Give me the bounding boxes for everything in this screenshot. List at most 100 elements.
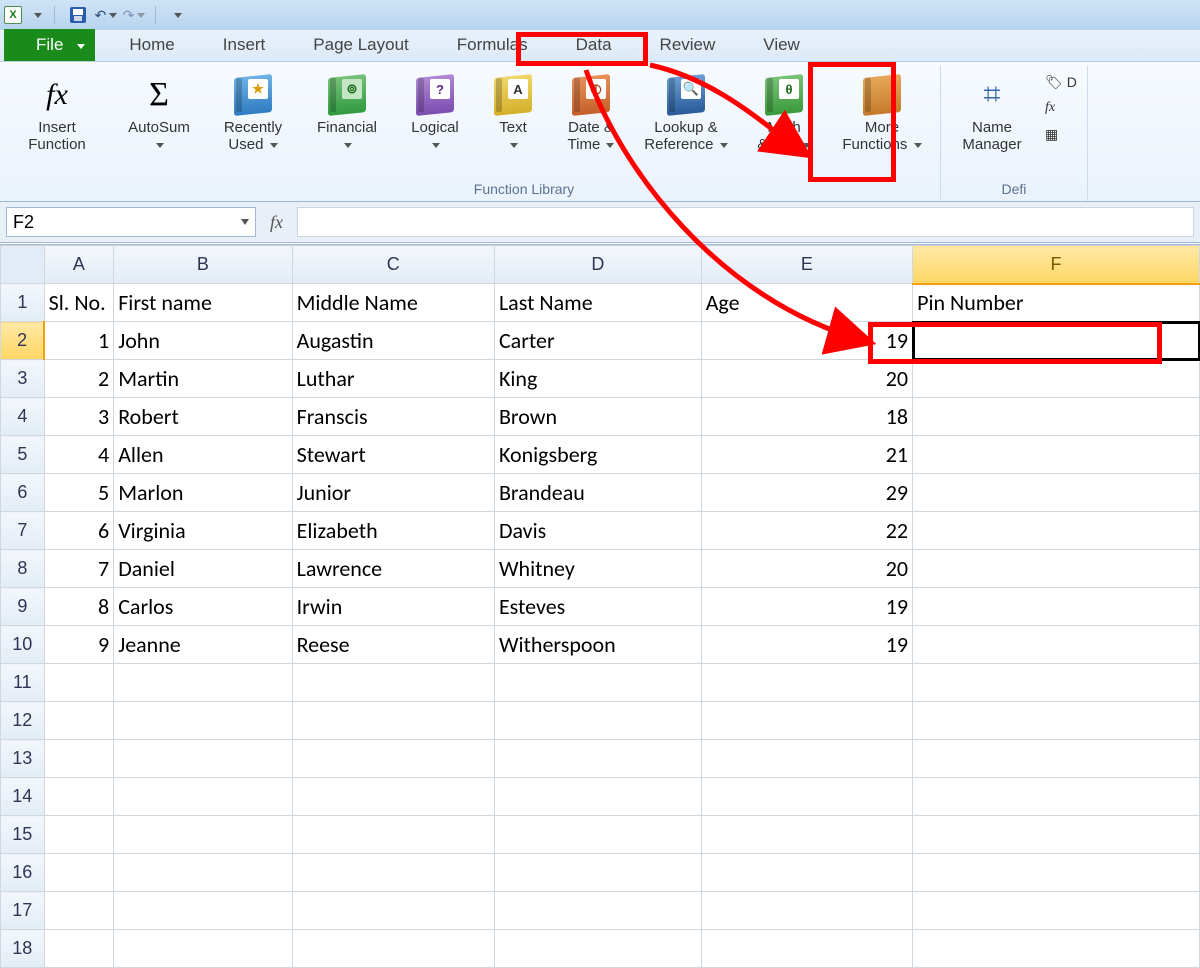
column-header-D[interactable]: D bbox=[494, 246, 701, 284]
cell-F10[interactable] bbox=[913, 626, 1200, 664]
cell-D14[interactable] bbox=[494, 778, 701, 816]
cell-B15[interactable] bbox=[114, 816, 292, 854]
row-header-8[interactable]: 8 bbox=[1, 550, 45, 588]
row-header-10[interactable]: 10 bbox=[1, 626, 45, 664]
cell-E17[interactable] bbox=[701, 892, 912, 930]
cell-F4[interactable] bbox=[913, 398, 1200, 436]
cell-D17[interactable] bbox=[494, 892, 701, 930]
cell-B13[interactable] bbox=[114, 740, 292, 778]
cell-C5[interactable]: Stewart bbox=[292, 436, 494, 474]
cell-D16[interactable] bbox=[494, 854, 701, 892]
cell-B2[interactable]: John bbox=[114, 322, 292, 360]
row-header-2[interactable]: 2 bbox=[1, 322, 45, 360]
cell-F6[interactable] bbox=[913, 474, 1200, 512]
name-box-dropdown[interactable] bbox=[241, 219, 249, 225]
cell-A8[interactable]: 7 bbox=[44, 550, 114, 588]
cell-F12[interactable] bbox=[913, 702, 1200, 740]
row-header-3[interactable]: 3 bbox=[1, 360, 45, 398]
row-header-15[interactable]: 15 bbox=[1, 816, 45, 854]
cell-C9[interactable]: Irwin bbox=[292, 588, 494, 626]
cell-A17[interactable] bbox=[44, 892, 114, 930]
customize-qat[interactable] bbox=[168, 6, 186, 24]
cell-A1[interactable]: Sl. No. bbox=[44, 284, 114, 322]
save-button[interactable] bbox=[69, 6, 87, 24]
financial-button[interactable]: ⊚ Financial bbox=[302, 68, 392, 176]
undo-button[interactable]: ↶ bbox=[97, 6, 115, 24]
select-all-corner[interactable] bbox=[1, 246, 45, 284]
cell-A14[interactable] bbox=[44, 778, 114, 816]
row-header-17[interactable]: 17 bbox=[1, 892, 45, 930]
cell-A7[interactable]: 6 bbox=[44, 512, 114, 550]
cell-F2[interactable] bbox=[913, 322, 1200, 360]
formula-input[interactable] bbox=[297, 207, 1194, 237]
cell-C10[interactable]: Reese bbox=[292, 626, 494, 664]
cell-F13[interactable] bbox=[913, 740, 1200, 778]
define-name-button[interactable]: 🏷D bbox=[1045, 70, 1077, 94]
cell-A5[interactable]: 4 bbox=[44, 436, 114, 474]
cell-F1[interactable]: Pin Number bbox=[913, 284, 1200, 322]
cell-A3[interactable]: 2 bbox=[44, 360, 114, 398]
cell-D4[interactable]: Brown bbox=[494, 398, 701, 436]
cell-B5[interactable]: Allen bbox=[114, 436, 292, 474]
cell-C16[interactable] bbox=[292, 854, 494, 892]
cell-C7[interactable]: Elizabeth bbox=[292, 512, 494, 550]
insert-function-button[interactable]: fx InsertFunction bbox=[12, 68, 102, 176]
column-header-F[interactable]: F bbox=[913, 246, 1200, 284]
cell-D9[interactable]: Esteves bbox=[494, 588, 701, 626]
cell-D5[interactable]: Konigsberg bbox=[494, 436, 701, 474]
cell-A9[interactable]: 8 bbox=[44, 588, 114, 626]
cell-B7[interactable]: Virginia bbox=[114, 512, 292, 550]
cell-F11[interactable] bbox=[913, 664, 1200, 702]
cell-C2[interactable]: Augastin bbox=[292, 322, 494, 360]
row-header-14[interactable]: 14 bbox=[1, 778, 45, 816]
cell-B17[interactable] bbox=[114, 892, 292, 930]
math-trig-button[interactable]: θ Math& Trig bbox=[742, 68, 826, 176]
cell-D15[interactable] bbox=[494, 816, 701, 854]
cell-B11[interactable] bbox=[114, 664, 292, 702]
name-box[interactable]: F2 bbox=[6, 207, 256, 237]
create-from-selection-button[interactable]: ▦ bbox=[1045, 122, 1077, 146]
cell-A11[interactable] bbox=[44, 664, 114, 702]
cell-F7[interactable] bbox=[913, 512, 1200, 550]
text-button[interactable]: A Text bbox=[478, 68, 548, 176]
cell-C3[interactable]: Luthar bbox=[292, 360, 494, 398]
cell-D11[interactable] bbox=[494, 664, 701, 702]
column-header-C[interactable]: C bbox=[292, 246, 494, 284]
cell-D13[interactable] bbox=[494, 740, 701, 778]
cell-E5[interactable]: 21 bbox=[701, 436, 912, 474]
row-header-6[interactable]: 6 bbox=[1, 474, 45, 512]
cell-D7[interactable]: Davis bbox=[494, 512, 701, 550]
cell-A12[interactable] bbox=[44, 702, 114, 740]
cell-E14[interactable] bbox=[701, 778, 912, 816]
row-header-1[interactable]: 1 bbox=[1, 284, 45, 322]
cell-B12[interactable] bbox=[114, 702, 292, 740]
row-header-16[interactable]: 16 bbox=[1, 854, 45, 892]
column-header-E[interactable]: E bbox=[701, 246, 912, 284]
cell-D3[interactable]: King bbox=[494, 360, 701, 398]
cell-D12[interactable] bbox=[494, 702, 701, 740]
cell-C13[interactable] bbox=[292, 740, 494, 778]
cell-B9[interactable]: Carlos bbox=[114, 588, 292, 626]
logical-button[interactable]: ? Logical bbox=[396, 68, 474, 176]
cell-B18[interactable] bbox=[114, 930, 292, 968]
row-header-11[interactable]: 11 bbox=[1, 664, 45, 702]
worksheet-grid[interactable]: ABCDEF1Sl. No.First nameMiddle NameLast … bbox=[0, 244, 1200, 968]
cell-B1[interactable]: First name bbox=[114, 284, 292, 322]
cell-D10[interactable]: Witherspoon bbox=[494, 626, 701, 664]
cell-C6[interactable]: Junior bbox=[292, 474, 494, 512]
cell-A10[interactable]: 9 bbox=[44, 626, 114, 664]
tab-file[interactable]: File bbox=[4, 29, 95, 61]
more-functions-button[interactable]: MoreFunctions bbox=[830, 68, 934, 176]
use-in-formula-button[interactable]: fx bbox=[1045, 96, 1077, 120]
qat-dropdown[interactable] bbox=[28, 6, 46, 24]
cell-A2[interactable]: 1 bbox=[44, 322, 114, 360]
cell-D18[interactable] bbox=[494, 930, 701, 968]
lookup-reference-button[interactable]: 🔍 Lookup &Reference bbox=[634, 68, 738, 176]
cell-E13[interactable] bbox=[701, 740, 912, 778]
cell-E18[interactable] bbox=[701, 930, 912, 968]
cell-E3[interactable]: 20 bbox=[701, 360, 912, 398]
cell-F18[interactable] bbox=[913, 930, 1200, 968]
cell-B4[interactable]: Robert bbox=[114, 398, 292, 436]
redo-button[interactable]: ↷ bbox=[125, 6, 143, 24]
name-manager-button[interactable]: ⌗ NameManager bbox=[947, 68, 1037, 176]
